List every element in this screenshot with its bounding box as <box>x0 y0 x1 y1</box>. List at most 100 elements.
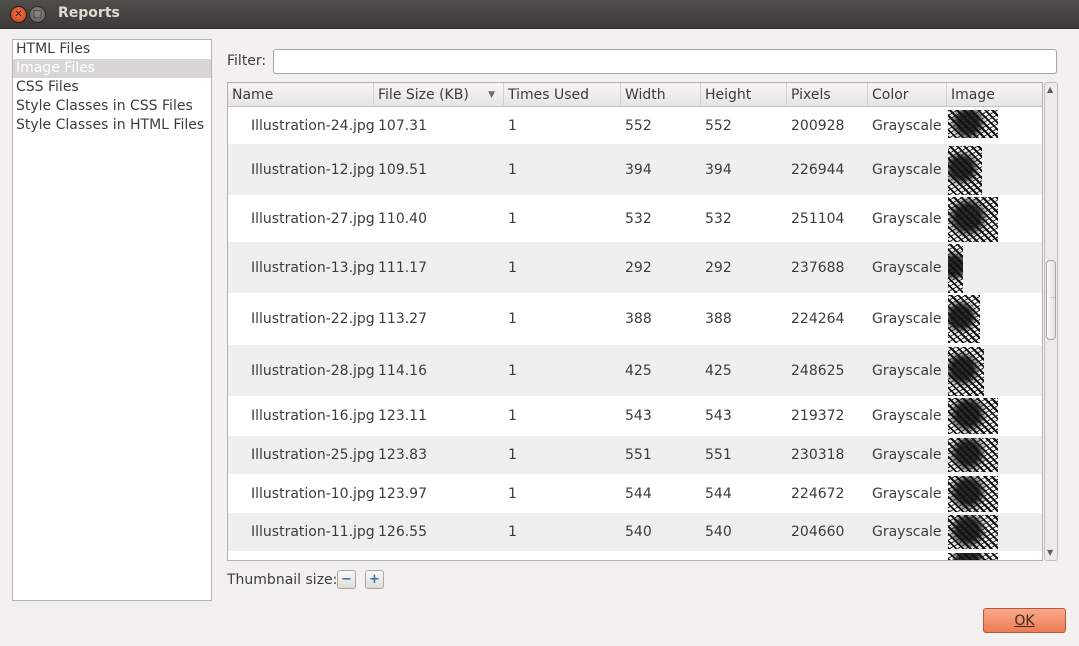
cell-name: Illustration-11.jpg <box>251 524 375 540</box>
table-vertical-scrollbar[interactable]: ▲ ··· ▼ <box>1044 82 1058 561</box>
cell-times-used: 1 <box>508 447 517 463</box>
table-row[interactable]: Illustration-16.jpg 123.11 1 543 543 219372 Gr… <box>228 396 1042 436</box>
cell-width: 543 <box>625 408 652 424</box>
cell-pixels: 230318 <box>791 447 845 463</box>
thumbnail-decrease-button[interactable]: − <box>337 570 356 589</box>
table-row[interactable]: Illustration-10.jpg 123.97 1 544 544 224672 Gr… <box>228 474 1042 513</box>
cell-file-size: 107.31 <box>378 118 427 134</box>
cell-width: 551 <box>625 447 652 463</box>
sidebar-item-html-files[interactable]: HTML Files <box>13 40 211 59</box>
cell-pixels: 219372 <box>791 408 845 424</box>
table-row[interactable]: Illustration-11.jpg 126.55 1 540 540 204660 Gr… <box>228 513 1042 551</box>
table-row[interactable]: Illustration-25.jpg 123.83 1 551 551 230318 Gr… <box>228 436 1042 474</box>
cell-name: Illustration-10.jpg <box>251 485 375 502</box>
column-header-name[interactable]: Name <box>228 83 374 107</box>
cell-file-size: 113.27 <box>378 311 427 327</box>
image-thumbnail <box>948 197 998 242</box>
column-header-times-used[interactable]: Times Used <box>504 83 621 107</box>
scrollbar-thumb[interactable]: ··· <box>1046 260 1057 340</box>
maximize-icon[interactable]: □ <box>29 6 46 23</box>
sidebar-item-image-files[interactable]: Image Files <box>13 59 211 78</box>
cell-color: Grayscale <box>872 118 942 134</box>
sidebar-item-style-classes-css[interactable]: Style Classes in CSS Files <box>13 97 211 116</box>
cell-file-size: 109.51 <box>378 161 427 178</box>
cell-height: 532 <box>705 210 732 227</box>
cell-width: 292 <box>625 259 652 276</box>
image-thumbnail <box>948 110 998 138</box>
cell-color: Grayscale <box>872 447 942 463</box>
column-header-pixels[interactable]: Pixels <box>787 83 868 107</box>
cell-times-used: 1 <box>508 259 517 276</box>
table-body: Illustration-24.jpg 107.31 1 552 552 200928 Gr… <box>228 108 1042 560</box>
sidebar-item-style-classes-html[interactable]: Style Classes in HTML Files <box>13 116 211 135</box>
cell-height: 540 <box>705 524 732 540</box>
image-thumbnail <box>948 553 998 560</box>
cell-file-size: 123.83 <box>378 447 427 463</box>
column-header-image[interactable]: Image <box>947 83 1042 107</box>
scroll-down-icon[interactable]: ▼ <box>1047 549 1053 557</box>
cell-color: Grayscale <box>872 524 942 540</box>
cell-height: 543 <box>705 408 732 424</box>
cell-width: 552 <box>625 118 652 134</box>
cell-pixels: 204660 <box>791 524 845 540</box>
table-row[interactable] <box>228 551 1042 560</box>
cell-width: 388 <box>625 311 652 327</box>
table-row[interactable]: Illustration-13.jpg 111.17 1 292 292 237688 Gr… <box>228 242 1042 293</box>
cell-pixels: 226944 <box>791 161 845 178</box>
cell-file-size: 123.97 <box>378 485 427 502</box>
cell-color: Grayscale <box>872 259 942 276</box>
cell-height: 388 <box>705 311 732 327</box>
image-thumbnail <box>948 295 980 343</box>
cell-times-used: 1 <box>508 118 517 134</box>
cell-height: 394 <box>705 161 732 178</box>
table-header: Name File Size (KB) ▼ Times Used Width H… <box>228 83 1042 107</box>
table-row[interactable]: Illustration-12.jpg 109.51 1 394 394 226944 Gr… <box>228 144 1042 195</box>
cell-times-used: 1 <box>508 311 517 327</box>
report-type-list: HTML Files Image Files CSS Files Style C… <box>12 39 212 601</box>
cell-pixels: 248625 <box>791 362 845 379</box>
cell-pixels: 251104 <box>791 210 845 227</box>
cell-file-size: 111.17 <box>378 259 427 276</box>
cell-file-size: 114.16 <box>378 362 427 379</box>
image-thumbnail <box>948 347 984 396</box>
image-files-table: Name File Size (KB) ▼ Times Used Width H… <box>227 82 1043 561</box>
close-icon[interactable]: ✕ <box>10 6 27 23</box>
cell-file-size: 110.40 <box>378 210 427 227</box>
cell-pixels: 224672 <box>791 485 845 502</box>
column-header-height[interactable]: Height <box>701 83 787 107</box>
column-header-file-size-label: File Size (KB) <box>378 87 469 103</box>
filter-input[interactable] <box>273 49 1057 74</box>
column-header-width[interactable]: Width <box>621 83 701 107</box>
sidebar-item-css-files[interactable]: CSS Files <box>13 78 211 97</box>
cell-height: 292 <box>705 259 732 276</box>
cell-height: 552 <box>705 118 732 134</box>
table-row[interactable]: Illustration-24.jpg 107.31 1 552 552 200928 Gr… <box>228 108 1042 144</box>
plus-icon: + <box>369 572 380 587</box>
ok-button-label: OK <box>1014 612 1035 629</box>
cell-width: 394 <box>625 161 652 178</box>
cell-file-size: 123.11 <box>378 408 427 424</box>
filter-label: Filter: <box>227 53 267 69</box>
thumbnail-size-label: Thumbnail size: <box>227 572 338 588</box>
sort-descending-icon: ▼ <box>488 90 495 100</box>
table-row[interactable]: Illustration-27.jpg 110.40 1 532 532 251104 Gr… <box>228 195 1042 242</box>
thumbnail-increase-button[interactable]: + <box>365 570 384 589</box>
ok-button[interactable]: OK <box>983 608 1066 633</box>
cell-height: 544 <box>705 485 732 502</box>
cell-times-used: 1 <box>508 210 517 227</box>
column-header-file-size[interactable]: File Size (KB) ▼ <box>374 83 504 107</box>
scroll-up-icon[interactable]: ▲ <box>1047 86 1053 94</box>
cell-times-used: 1 <box>508 485 517 502</box>
cell-pixels: 224264 <box>791 311 845 327</box>
cell-width: 540 <box>625 524 652 540</box>
table-row[interactable]: Illustration-22.jpg 113.27 1 388 388 224264 Gr… <box>228 293 1042 345</box>
cell-times-used: 1 <box>508 161 517 178</box>
cell-pixels: 200928 <box>791 118 845 134</box>
table-row[interactable]: Illustration-28.jpg 114.16 1 425 425 248625 Gr… <box>228 345 1042 396</box>
image-thumbnail <box>948 438 998 472</box>
cell-name: Illustration-22.jpg <box>251 311 375 327</box>
cell-times-used: 1 <box>508 362 517 379</box>
cell-name: Illustration-24.jpg <box>251 118 375 134</box>
column-header-color[interactable]: Color <box>868 83 947 107</box>
image-thumbnail <box>948 515 998 549</box>
